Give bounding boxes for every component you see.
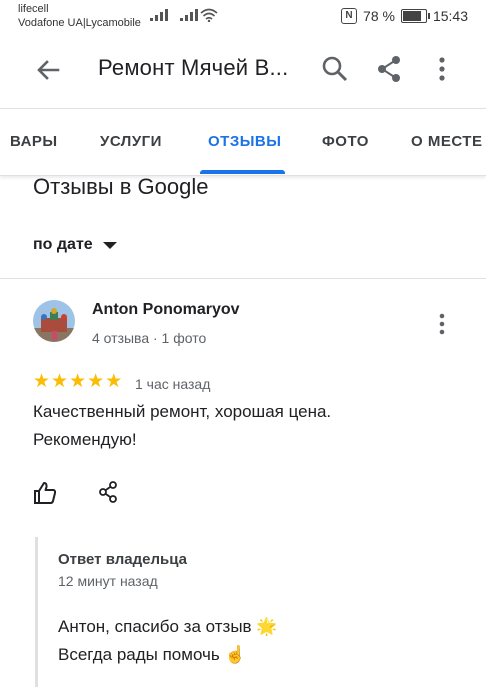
active-tab-indicator	[200, 170, 285, 174]
section-title: Отзывы в Google	[33, 174, 209, 199]
status-bar: lifecell Vodafone UA|Lycamobile N 78 % 1…	[0, 0, 486, 30]
star-icon: ★	[87, 371, 105, 392]
share-icon[interactable]	[96, 480, 120, 504]
more-vert-icon[interactable]	[430, 54, 454, 84]
status-right: N 78 % 15:43	[341, 8, 468, 24]
owner-reply-line: Антон, спасибо за отзыв	[58, 617, 252, 636]
owner-reply-heading: Ответ владельца	[58, 551, 187, 568]
battery-percent: 78 %	[363, 8, 395, 24]
owner-reply-text: Антон, спасибо за отзыв 🌟 Всегда рады по…	[58, 613, 277, 669]
review-text-line: Качественный ремонт, хорошая цена.	[33, 402, 332, 421]
avatar[interactable]	[33, 300, 75, 342]
star-icon: ★	[33, 371, 51, 392]
pointing-up-emoji: ☝️	[224, 645, 246, 664]
carrier-secondary: Vodafone UA|Lycamobile	[18, 17, 141, 29]
review-text-line: Рекомендую!	[33, 430, 137, 449]
owner-reply: Ответ владельца 12 минут назад Антон, сп…	[35, 537, 458, 687]
carrier-primary: lifecell	[18, 3, 49, 15]
page-title: Ремонт Мячей В...	[98, 55, 289, 80]
divider	[0, 278, 486, 279]
thumb-up-icon[interactable]	[32, 480, 58, 506]
owner-reply-line: Всегда рады помочь	[58, 645, 220, 664]
tab-services[interactable]: УСЛУГИ	[100, 133, 162, 150]
review-time: 1 час назад	[135, 376, 211, 392]
star-icon: ★	[69, 371, 87, 392]
sort-label: по дате	[33, 236, 93, 253]
star-icon: ★	[51, 371, 69, 392]
tab-products[interactable]: ВАРЫ	[10, 133, 58, 150]
review-author[interactable]: Anton Ponomaryov	[92, 301, 240, 319]
star-rating: ★ ★ ★ ★ ★	[33, 372, 122, 392]
nfc-icon: N	[341, 8, 358, 24]
tab-photos[interactable]: ФОТО	[322, 133, 369, 150]
glowing-star-emoji: 🌟	[256, 617, 278, 636]
star-icon: ★	[105, 371, 123, 392]
search-icon[interactable]	[320, 54, 350, 84]
signal-1-icon	[150, 9, 168, 21]
clock: 15:43	[432, 8, 468, 24]
tab-reviews[interactable]: ОТЗЫВЫ	[208, 133, 281, 150]
app-bar: Ремонт Мячей В...	[0, 30, 486, 108]
sort-dropdown[interactable]: по дате	[33, 236, 117, 254]
tab-bar: ВАРЫ УСЛУГИ ОТЗЫВЫ ФОТО О МЕСТЕ	[0, 108, 486, 176]
more-vert-icon[interactable]	[432, 312, 452, 336]
caret-down-icon	[102, 241, 117, 249]
arrow-back-icon[interactable]	[32, 54, 64, 86]
owner-reply-time: 12 минут назад	[58, 573, 158, 589]
share-icon[interactable]	[374, 54, 404, 84]
wifi-icon	[200, 8, 218, 22]
signal-2-icon	[180, 9, 198, 21]
review-author-meta: 4 отзыва · 1 фото	[92, 330, 207, 346]
review-text: Качественный ремонт, хорошая цена. Реком…	[33, 398, 453, 454]
battery-icon	[400, 9, 430, 23]
tab-about[interactable]: О МЕСТЕ	[411, 133, 482, 150]
